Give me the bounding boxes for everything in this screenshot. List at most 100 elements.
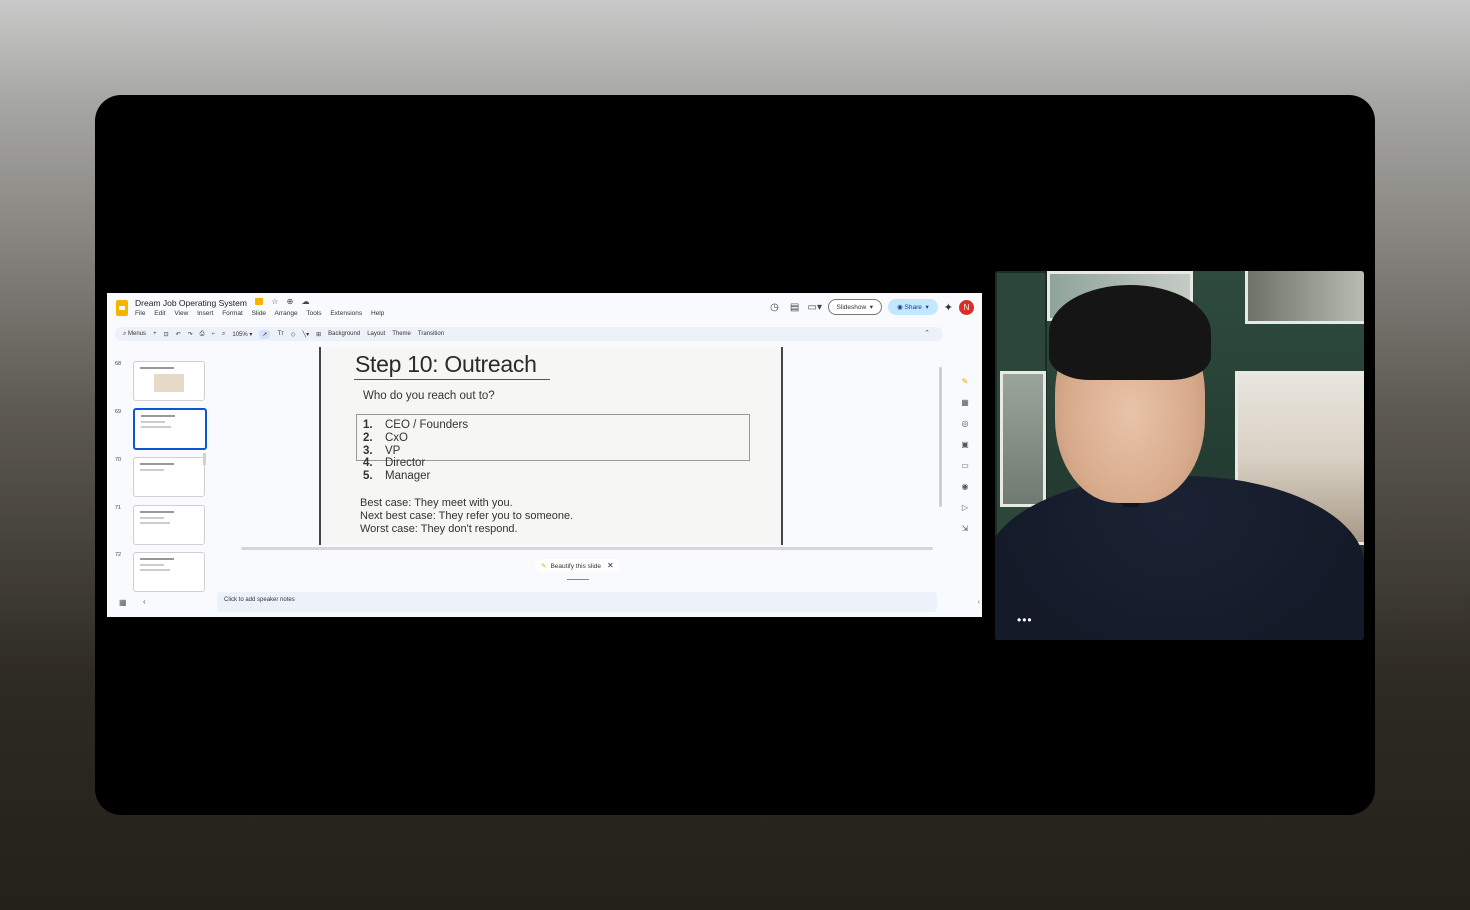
menu-arrange[interactable]: Arrange	[275, 310, 298, 317]
formatting-toolbar: ⌕ Menus + ⊡ ↶ ↷ ⎙ ⌐ ⌕ 105% ▾ ➚ Tт ◇ ╲▾ ⊞…	[115, 327, 943, 341]
slide-number: 71	[115, 505, 122, 511]
side-panel-collapse-icon[interactable]: ‹	[978, 599, 980, 606]
new-slide-icon[interactable]: +	[153, 331, 157, 337]
menu-format[interactable]: Format	[222, 310, 243, 317]
notes-resize-handle[interactable]	[567, 579, 589, 580]
menus-label: Menus	[128, 330, 147, 337]
avatar[interactable]: N	[959, 299, 974, 315]
menu-tools[interactable]: Tools	[306, 310, 321, 317]
person-torso	[995, 476, 1364, 640]
menu-help[interactable]: Help	[371, 310, 384, 317]
slide-title[interactable]: Step 10: Outreach	[355, 351, 537, 378]
redo-icon[interactable]: ↷	[188, 331, 193, 338]
beautify-slide-chip[interactable]: ✎ Beautify this slide ✕	[535, 559, 620, 572]
grid-view-icon[interactable]: ▦	[119, 598, 127, 607]
canvas-vertical-scrollbar[interactable]	[939, 367, 942, 507]
calendar-icon[interactable]: ▦	[958, 398, 972, 419]
zoom-value: 105%	[232, 331, 248, 338]
record-icon[interactable]: ◉	[958, 482, 972, 503]
chevron-up-icon[interactable]: ⌃	[924, 329, 930, 337]
comment-add-icon[interactable]: ⊞	[316, 331, 321, 338]
worst-case: Worst case: They don't respond.	[360, 523, 518, 535]
slide-thumbnail-selected[interactable]	[133, 408, 207, 450]
history-icon[interactable]: ◷	[768, 302, 782, 313]
menu-insert[interactable]: Insert	[197, 310, 213, 317]
share-button[interactable]: ◉ Share ▾	[888, 299, 938, 315]
slide-thumbnail[interactable]	[133, 361, 205, 401]
slide-thumbnail[interactable]	[133, 457, 205, 497]
film-item-active[interactable]: 69	[115, 408, 207, 450]
shape-icon[interactable]: ◇	[291, 331, 296, 338]
comments-icon[interactable]: ▤	[788, 302, 802, 313]
title-underline	[354, 379, 550, 380]
slide-number: 70	[115, 457, 122, 463]
menu-file[interactable]: File	[135, 310, 145, 317]
speaker-notes[interactable]: Click to add speaker notes	[217, 592, 937, 612]
export-icon[interactable]: ⇲	[958, 524, 972, 545]
slide-number: 72	[115, 552, 122, 558]
drive-icon[interactable]: ▭	[958, 461, 972, 482]
slide-number: 68	[115, 361, 122, 367]
magic-wand-icon: ✎	[541, 563, 547, 570]
text-box-icon[interactable]: Tт	[277, 331, 283, 337]
filmstrip-scrollbar[interactable]	[203, 453, 206, 465]
zoom-level[interactable]: 105% ▾	[232, 331, 252, 338]
film-item[interactable]: 72	[115, 552, 205, 592]
folder-icon[interactable]	[255, 298, 263, 306]
best-case: Best case: They meet with you.	[360, 497, 513, 509]
present-icon[interactable]: ▷	[958, 503, 972, 524]
background-button[interactable]: Background	[328, 331, 360, 337]
list-item: 2. CxO	[363, 431, 408, 444]
select-tool-icon[interactable]: ➚	[259, 329, 271, 339]
more-options-icon[interactable]: •••	[1017, 613, 1033, 627]
slideshow-label: Slideshow	[836, 304, 867, 311]
menu-extensions[interactable]: Extensions	[330, 310, 362, 317]
menu-slide[interactable]: Slide	[252, 310, 266, 317]
move-icon[interactable]: ⊕	[287, 297, 294, 306]
film-item[interactable]: 68	[115, 361, 205, 401]
line-icon[interactable]: ╲▾	[303, 331, 310, 338]
transition-button[interactable]: Transition	[418, 331, 444, 337]
slide-thumbnail[interactable]	[133, 505, 205, 545]
search-menus[interactable]: ⌕ Menus	[123, 331, 146, 338]
speaker-notes-placeholder: Click to add speaker notes	[224, 597, 295, 603]
chevron-left-icon[interactable]: ‹	[143, 597, 146, 606]
topbar-actions: ◷ ▤ ▭▾ Slideshow ▾ ◉ Share ▾ ✦ N	[768, 299, 974, 315]
keep-icon[interactable]: ✎	[958, 377, 972, 398]
side-panel: ✎ ▦ ◎ ▣ ▭ ◉ ▷ ⇲	[958, 377, 972, 545]
search-icon: ⌕	[123, 330, 127, 337]
menu-bar: File Edit View Insert Format Slide Arran…	[135, 310, 391, 317]
share-label: Share	[904, 304, 922, 311]
menu-view[interactable]: View	[174, 310, 188, 317]
zoom-icon[interactable]: ⌕	[222, 331, 225, 338]
undo-icon[interactable]: ↶	[176, 331, 181, 338]
cloud-icon[interactable]: ☁	[302, 297, 310, 306]
menu-edit[interactable]: Edit	[154, 310, 165, 317]
contacts-icon[interactable]: ▣	[958, 440, 972, 461]
current-slide[interactable]: Step 10: Outreach Who do you reach out t…	[319, 347, 783, 545]
slides-logo-icon[interactable]	[116, 300, 128, 316]
new-slide-menu-icon[interactable]: ⊡	[164, 331, 169, 338]
film-item[interactable]: 71	[115, 505, 205, 545]
meet-icon[interactable]: ▭▾	[808, 302, 822, 313]
canvas-horizontal-scrollbar[interactable]	[241, 547, 933, 550]
film-item[interactable]: 70	[115, 457, 205, 497]
slide-subtitle[interactable]: Who do you reach out to?	[363, 390, 495, 402]
close-icon[interactable]: ✕	[607, 561, 614, 570]
tasks-icon[interactable]: ◎	[958, 419, 972, 440]
slideshow-button[interactable]: Slideshow ▾	[827, 299, 883, 315]
outcome-cases[interactable]: Best case: They meet with you. Next best…	[360, 497, 573, 536]
theme-button[interactable]: Theme	[392, 331, 411, 337]
list-item: 1. CEO / Founders	[363, 419, 469, 431]
print-icon[interactable]: ⎙	[200, 331, 205, 338]
slide-thumbnail[interactable]	[133, 552, 205, 592]
gemini-icon[interactable]: ✦	[944, 301, 953, 314]
participant-video[interactable]: •••	[995, 271, 1364, 640]
star-icon[interactable]: ☆	[271, 297, 278, 306]
slides-topbar: Dream Job Operating System ☆ ⊕ ☁ File Ed…	[107, 293, 982, 327]
paint-format-icon[interactable]: ⌐	[211, 331, 215, 337]
outreach-list[interactable]: 1. CEO / Founders 2. CxO 3. VP 4. Director 5…	[363, 419, 468, 483]
document-title[interactable]: Dream Job Operating System	[135, 298, 247, 308]
person-hair	[1049, 285, 1211, 380]
layout-button[interactable]: Layout	[367, 331, 385, 337]
